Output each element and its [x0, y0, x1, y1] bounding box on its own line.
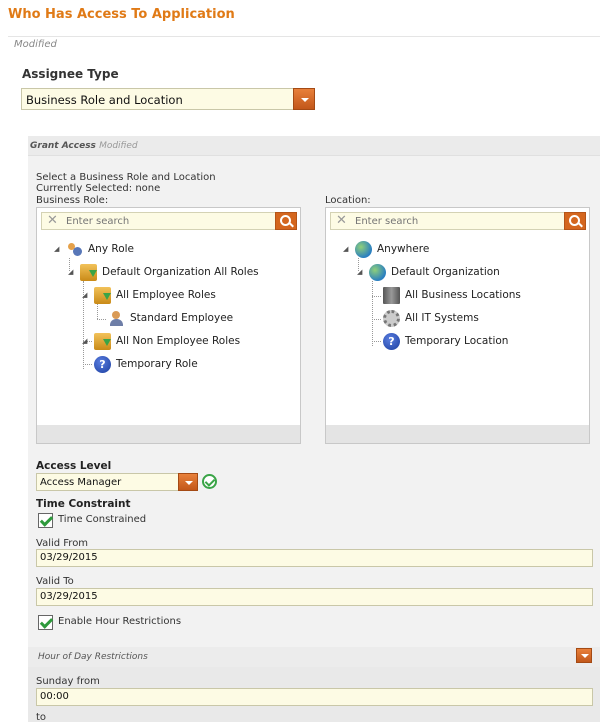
access-level-value: Access Manager	[40, 477, 122, 488]
location-tree: ✕ ◢ Anywhere ◢ Default Organization All …	[325, 207, 590, 444]
tree-line	[97, 304, 98, 319]
time-constrained-label: Time Constrained	[58, 514, 147, 525]
folder-icon	[80, 264, 97, 281]
currently-selected: Currently Selected: none	[36, 183, 161, 194]
valid-to-label: Valid To	[36, 576, 74, 587]
expand-toggle[interactable]: ◢	[68, 268, 73, 276]
tree-node-label: All Employee Roles	[116, 289, 216, 301]
hour-restrictions-title: Hour of Day Restrictions	[38, 652, 148, 662]
modified-label: Modified	[14, 39, 57, 50]
page-title: Who Has Access To Application	[8, 7, 235, 22]
tree-node-label: Temporary Location	[405, 335, 509, 347]
grant-access-title: Grant Access	[30, 141, 96, 151]
assignee-type-label: Assignee Type	[22, 67, 119, 81]
question-icon: ?	[383, 333, 400, 350]
folder-icon	[94, 287, 111, 304]
tree-line	[372, 319, 381, 320]
search-icon[interactable]	[275, 212, 297, 230]
to-label: to	[36, 712, 47, 722]
time-constraint-label: Time Constraint	[36, 498, 131, 510]
tree-line	[372, 341, 381, 342]
role-search-input[interactable]	[66, 214, 266, 228]
gear-icon	[383, 310, 400, 327]
sunday-from-label: Sunday from	[36, 676, 100, 687]
chevron-down-icon[interactable]	[293, 88, 315, 110]
check-ok-icon	[202, 474, 217, 489]
tree-node-label: Anywhere	[377, 243, 430, 255]
hour-restrictions-header: Hour of Day Restrictions	[28, 647, 600, 667]
role-search: ✕	[41, 212, 297, 230]
tree-node-label: All Business Locations	[405, 289, 521, 301]
search-icon[interactable]	[564, 212, 586, 230]
tree-node-label: Standard Employee	[130, 312, 234, 324]
tree-node-label: Temporary Role	[116, 358, 198, 370]
location-label: Location:	[325, 195, 371, 206]
valid-from-label: Valid From	[36, 538, 89, 549]
business-role-label: Business Role:	[36, 195, 109, 206]
tree-node-label: Default Organization All Roles	[102, 266, 259, 278]
assignee-type-value: Business Role and Location	[26, 93, 183, 107]
grant-access-header: Grant Access Modified	[28, 136, 600, 156]
tree-node-label: Any Role	[88, 243, 135, 255]
tree-footer-strip	[37, 425, 300, 443]
clear-icon[interactable]: ✕	[336, 214, 347, 228]
tree-node-label: All Non Employee Roles	[116, 335, 241, 347]
question-icon: ?	[94, 356, 111, 373]
tree-line	[372, 296, 381, 297]
sunday-from-input[interactable]: 00:00	[36, 688, 593, 706]
valid-to-input[interactable]: 03/29/2015	[36, 588, 593, 606]
valid-from-input[interactable]: 03/29/2015	[36, 549, 593, 567]
chevron-down-icon[interactable]	[178, 473, 198, 491]
grant-instruction: Select a Business Role and Location	[36, 172, 216, 183]
expand-toggle[interactable]: ◢	[343, 245, 348, 253]
enable-hour-restrictions-label: Enable Hour Restrictions	[58, 616, 182, 627]
location-search-input[interactable]	[355, 214, 555, 228]
time-constrained-checkbox[interactable]	[38, 513, 53, 528]
tree-node-label: Default Organization	[391, 266, 500, 278]
access-level-select[interactable]: Access Manager	[36, 473, 198, 491]
business-role-tree: ✕ ◢ Any Role ◢ Default Organization All …	[36, 207, 301, 444]
valid-from-value: 03/29/2015	[40, 552, 98, 563]
people-icon	[66, 241, 83, 258]
user-icon	[108, 310, 125, 327]
tree-node-label: All IT Systems	[405, 312, 479, 324]
building-icon	[383, 287, 400, 304]
globe-icon	[355, 241, 372, 258]
assignee-type-select[interactable]: Business Role and Location	[21, 88, 315, 110]
expand-toggle[interactable]: ◢	[82, 337, 87, 345]
sunday-from-value: 00:00	[40, 691, 69, 702]
chevron-down-icon[interactable]	[576, 648, 592, 663]
tree-line	[372, 281, 373, 346]
expand-toggle[interactable]: ◢	[82, 291, 87, 299]
expand-toggle[interactable]: ◢	[54, 245, 59, 253]
valid-to-value: 03/29/2015	[40, 591, 98, 602]
modified-bar: Modified	[8, 36, 600, 54]
access-level-label: Access Level	[36, 460, 112, 472]
tree-line	[97, 319, 106, 320]
expand-toggle[interactable]: ◢	[357, 268, 362, 276]
clear-icon[interactable]: ✕	[47, 214, 58, 228]
tree-footer-strip	[326, 425, 589, 443]
grant-access-modified: Modified	[99, 141, 138, 151]
tree-line	[83, 364, 92, 365]
globe-icon	[369, 264, 386, 281]
enable-hour-restrictions-checkbox[interactable]	[38, 615, 53, 630]
folder-icon	[94, 333, 111, 350]
location-search: ✕	[330, 212, 586, 230]
